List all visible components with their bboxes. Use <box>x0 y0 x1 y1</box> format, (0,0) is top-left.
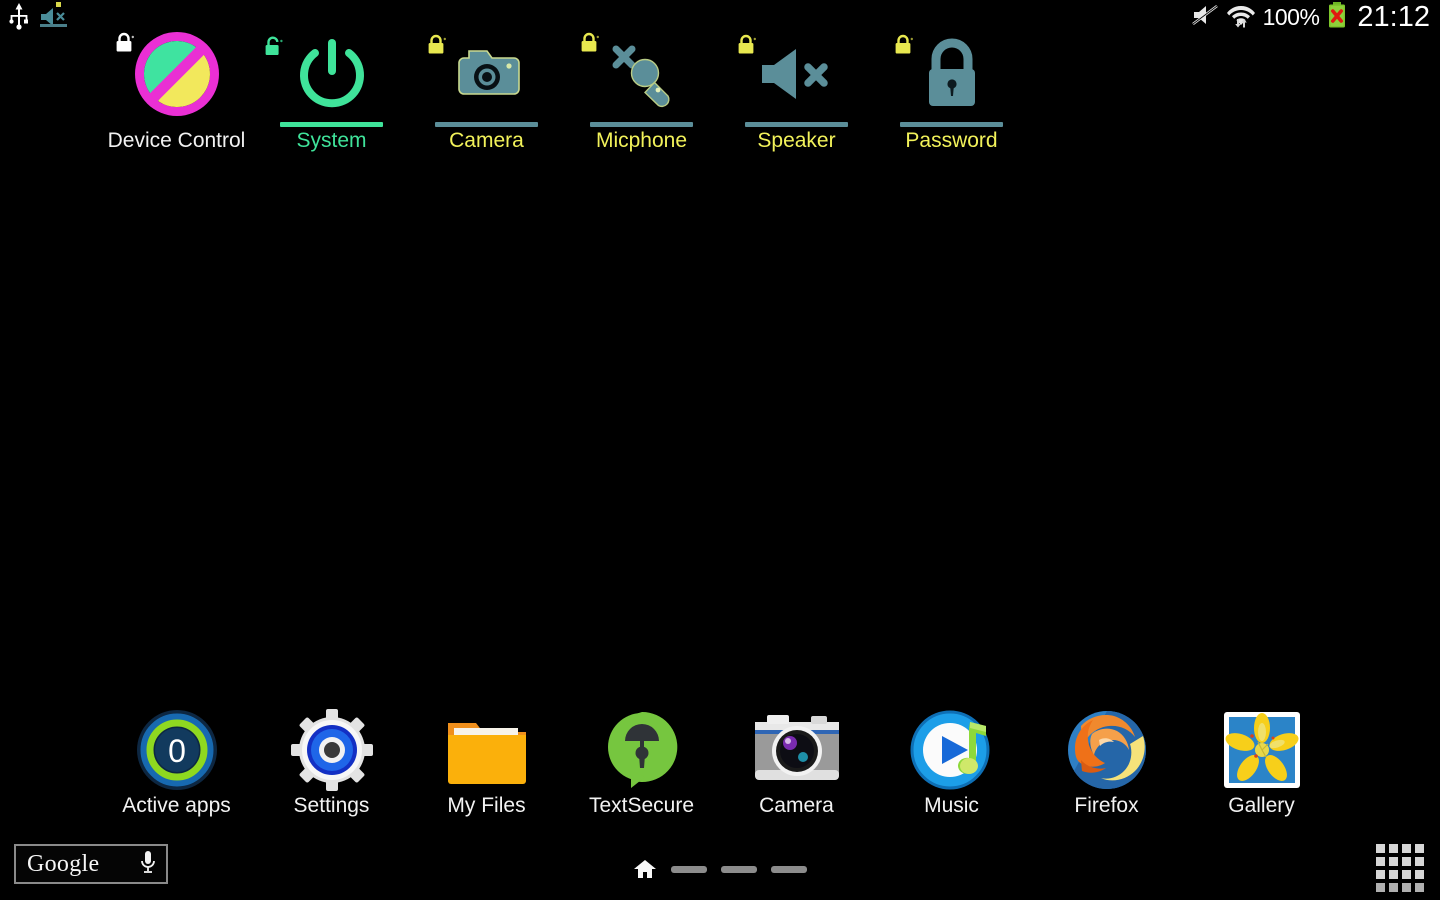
widget-device-control[interactable]: Device Control <box>99 32 254 153</box>
lock-closed-badge-icon <box>735 34 757 56</box>
widget-icon-area <box>99 32 254 116</box>
dock-icon-area <box>719 706 874 794</box>
folder-icon <box>447 723 526 784</box>
page-dash-1[interactable] <box>671 865 707 873</box>
page-indicator-row <box>0 858 1440 880</box>
lock-closed-badge-icon <box>892 34 914 56</box>
gear-icon <box>290 709 373 791</box>
lock-closed-badge-icon <box>578 32 600 54</box>
widget-label-camera: Camera <box>449 129 524 152</box>
widget-micphone[interactable]: Micphone <box>564 32 719 153</box>
mute-bell-icon <box>1191 3 1219 32</box>
dock-icon-area <box>564 706 719 794</box>
home-screen: 100% 21:12 Device Control System Camera … <box>0 0 1440 900</box>
widget-label-micphone: Micphone <box>595 129 688 152</box>
widget-icon-area <box>409 32 564 116</box>
dock-icon-area <box>409 706 564 794</box>
widget-label-password: Password <box>905 129 998 152</box>
app-grid-icon <box>1376 844 1424 892</box>
notification-underline <box>40 24 67 27</box>
dock-label-music: Music <box>924 794 979 817</box>
dock: 0 Active apps Settings My Files TextSecu… <box>0 706 1440 828</box>
dock-label-settings: Settings <box>293 794 370 817</box>
dock-label-active-apps: Active apps <box>122 794 231 817</box>
dock-label-my-files: My Files <box>447 794 526 817</box>
dock-label-firefox: Firefox <box>1074 794 1139 817</box>
dock-label-gallery: Gallery <box>1228 794 1295 817</box>
page-dash-3[interactable] <box>771 865 807 873</box>
dock-icon-area <box>874 706 1029 794</box>
widget-camera[interactable]: Camera <box>409 32 564 153</box>
widget-accent-bar <box>900 122 1003 127</box>
dock-label-textsecure: TextSecure <box>588 794 695 817</box>
widget-password[interactable]: Password <box>874 32 1029 153</box>
widget-system[interactable]: System <box>254 32 409 153</box>
dock-label-camera: Camera <box>759 794 834 817</box>
app-drawer-button[interactable] <box>1372 844 1428 892</box>
device-control-widget-row: Device Control System Camera Micphone Sp… <box>0 32 1440 162</box>
microphone-muted-icon <box>612 45 670 108</box>
lock-closed-badge-icon <box>113 32 135 54</box>
gallery-flower-icon <box>1223 712 1300 788</box>
active-apps-counter-icon: 0 <box>136 710 217 790</box>
wifi-transfer-icon <box>1226 2 1256 33</box>
status-bar-clock: 21:12 <box>1357 0 1430 33</box>
speaker-muted-notification-icon <box>39 2 69 32</box>
camera-icon <box>457 50 520 95</box>
widget-label-system: System <box>296 129 367 152</box>
textsecure-lock-bubble-icon <box>607 711 677 788</box>
widget-accent-bar <box>125 122 228 127</box>
dock-icon-area: 0 <box>99 706 254 794</box>
dock-item-my-files[interactable]: My Files <box>409 706 564 818</box>
widget-speaker[interactable]: Speaker <box>719 32 874 153</box>
bottom-bar: Google <box>0 840 1440 900</box>
lock-closed-badge-icon <box>425 34 447 56</box>
speaker-muted-icon <box>761 49 828 99</box>
dock-item-music[interactable]: Music <box>874 706 1029 818</box>
widget-icon-area <box>719 32 874 116</box>
widget-label-speaker: Speaker <box>757 129 836 152</box>
widget-icon-area <box>254 32 409 116</box>
prohibited-circle-icon <box>134 32 219 116</box>
music-play-note-icon <box>910 710 989 790</box>
widget-accent-bar <box>435 122 538 127</box>
battery-percent-label: 100% <box>1262 3 1320 30</box>
dock-item-active-apps[interactable]: 0 Active apps <box>99 706 254 818</box>
dock-item-textsecure[interactable]: TextSecure <box>564 706 719 818</box>
notification-dot <box>56 2 61 7</box>
lock-open-badge-icon <box>262 36 284 58</box>
widget-label-device-control: Device Control <box>107 129 246 152</box>
widget-accent-bar <box>280 122 383 127</box>
dock-item-settings[interactable]: Settings <box>254 706 409 818</box>
battery-error-icon <box>1326 1 1348 34</box>
firefox-icon <box>1067 711 1146 790</box>
camera-app-icon <box>754 715 839 780</box>
active-apps-count: 0 <box>168 733 186 769</box>
dock-item-gallery[interactable]: Gallery <box>1184 706 1339 818</box>
widget-accent-bar <box>590 122 693 127</box>
widget-accent-bar <box>745 122 848 127</box>
dock-item-camera[interactable]: Camera <box>719 706 874 818</box>
dock-icon-area <box>1029 706 1184 794</box>
page-dash-2[interactable] <box>721 865 757 873</box>
home-icon[interactable] <box>633 858 657 880</box>
widget-icon-area <box>564 32 719 116</box>
dock-item-firefox[interactable]: Firefox <box>1029 706 1184 818</box>
widget-icon-area <box>874 32 1029 116</box>
dock-icon-area <box>1184 706 1339 794</box>
status-bar-right-icons: 100% 21:12 <box>1191 1 1430 34</box>
dock-icon-area <box>254 706 409 794</box>
usb-icon <box>8 2 30 35</box>
status-bar-left-icons <box>8 0 69 34</box>
padlock-icon <box>928 38 975 106</box>
power-icon <box>299 39 364 108</box>
